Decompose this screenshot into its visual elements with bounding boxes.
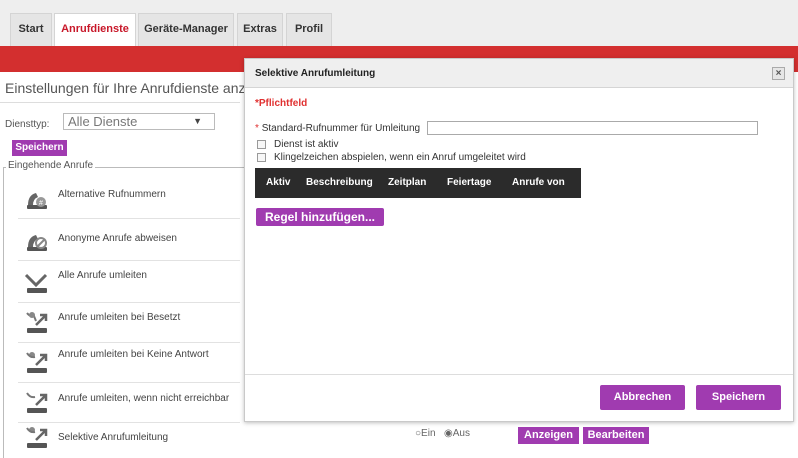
col-aktiv[interactable]: Aktiv bbox=[266, 177, 290, 188]
service-item-forward-unreachable[interactable]: Anrufe umleiten, wenn nicht erreichbar bbox=[18, 380, 240, 423]
service-active-checkbox[interactable] bbox=[257, 140, 266, 149]
save-button[interactable]: Speichern bbox=[12, 140, 67, 156]
radio-off[interactable]: ◉Aus bbox=[444, 428, 470, 439]
service-label: Anrufe umleiten bei Keine Antwort bbox=[58, 349, 209, 360]
main-tab-bar: Start Anrufdienste Geräte-Manager Extras… bbox=[0, 0, 798, 46]
col-anrufe-von[interactable]: Anrufe von bbox=[512, 177, 565, 188]
service-type-select[interactable]: Alle Dienste ▼ bbox=[63, 113, 215, 130]
radio-checked-icon: ◉ bbox=[444, 428, 453, 439]
std-number-label: * Standard-Rufnummer für Umleitung bbox=[255, 123, 420, 134]
show-button[interactable]: Anzeigen bbox=[518, 427, 579, 444]
ring-tone-checkbox[interactable] bbox=[257, 153, 266, 162]
tab-profil[interactable]: Profil bbox=[286, 13, 332, 46]
col-feiertage[interactable]: Feiertage bbox=[447, 177, 491, 188]
radio-off-label: Aus bbox=[452, 428, 470, 439]
required-star: * bbox=[255, 123, 259, 134]
selective-forward-icon bbox=[26, 427, 48, 448]
service-label: Anrufe umleiten bei Besetzt bbox=[58, 312, 181, 323]
reject-anonymous-icon bbox=[27, 235, 47, 251]
service-item-alternative-numbers[interactable]: # Alternative Rufnummern bbox=[18, 176, 240, 219]
radio-on[interactable]: ○Ein bbox=[415, 428, 436, 439]
service-label: Alle Anrufe umleiten bbox=[58, 270, 147, 281]
tab-extras[interactable]: Extras bbox=[237, 13, 283, 46]
forward-no-answer-icon bbox=[26, 352, 48, 373]
service-label: Alternative Rufnummern bbox=[58, 189, 166, 200]
std-number-label-text: Standard-Rufnummer für Umleitung bbox=[261, 123, 421, 134]
tab-geraete-manager[interactable]: Geräte-Manager bbox=[138, 13, 234, 46]
service-item-forward-no-answer[interactable]: Anrufe umleiten bei Keine Antwort bbox=[18, 340, 240, 383]
cancel-button[interactable]: Abbrechen bbox=[600, 385, 685, 410]
service-active-label: Dienst ist aktiv bbox=[274, 139, 339, 150]
service-item-selective-forward[interactable]: Selektive Anrufumleitung bbox=[18, 422, 240, 453]
dialog-header: Selektive Anrufumleitung × bbox=[245, 59, 793, 88]
required-note: *Pflichtfeld bbox=[255, 98, 308, 109]
dialog-footer-divider bbox=[245, 374, 793, 375]
service-type-value: Alle Dienste bbox=[68, 114, 138, 129]
alternative-numbers-icon: # bbox=[27, 193, 47, 209]
ring-tone-label: Klingelzeichen abspielen, wenn ein Anruf… bbox=[274, 152, 526, 163]
close-icon[interactable]: × bbox=[772, 67, 785, 80]
service-item-forward-all[interactable]: Alle Anrufe umleiten bbox=[18, 260, 240, 303]
service-item-forward-busy[interactable]: Anrufe umleiten bei Besetzt bbox=[18, 300, 240, 343]
service-label: Anrufe umleiten, wenn nicht erreichbar bbox=[58, 393, 230, 404]
add-rule-button[interactable]: Regel hinzufügen... bbox=[256, 208, 384, 226]
svg-text:#: # bbox=[39, 200, 43, 207]
edit-button[interactable]: Bearbeiten bbox=[583, 427, 649, 444]
service-label: Selektive Anrufumleitung bbox=[58, 432, 169, 443]
forward-all-icon bbox=[24, 273, 48, 293]
col-zeitplan[interactable]: Zeitplan bbox=[388, 177, 426, 188]
radio-on-label: Ein bbox=[421, 428, 436, 439]
forward-busy-icon bbox=[26, 312, 48, 333]
dialog-title: Selektive Anrufumleitung bbox=[255, 68, 376, 79]
service-label: Anonyme Anrufe abweisen bbox=[58, 233, 177, 244]
chevron-down-icon: ▼ bbox=[193, 116, 202, 126]
col-beschreibung[interactable]: Beschreibung bbox=[306, 177, 373, 188]
rules-table-header: Aktiv Beschreibung Zeitplan Feiertage An… bbox=[255, 168, 581, 198]
forward-unreachable-icon bbox=[26, 392, 48, 413]
tab-anrufdienste[interactable]: Anrufdienste bbox=[54, 13, 136, 46]
service-type-label: Diensttyp: bbox=[5, 119, 50, 130]
service-item-reject-anonymous[interactable]: Anonyme Anrufe abweisen bbox=[18, 218, 240, 261]
page-title: Einstellungen für Ihre Anrufdienste anze… bbox=[5, 80, 265, 96]
incoming-calls-legend: Eingehende Anrufe bbox=[6, 160, 96, 171]
dialog-save-button[interactable]: Speichern bbox=[696, 385, 781, 410]
divider bbox=[0, 102, 240, 103]
selective-forward-dialog: Selektive Anrufumleitung × *Pflichtfeld … bbox=[244, 58, 794, 422]
tab-start[interactable]: Start bbox=[10, 13, 52, 46]
std-number-field[interactable] bbox=[427, 121, 758, 135]
